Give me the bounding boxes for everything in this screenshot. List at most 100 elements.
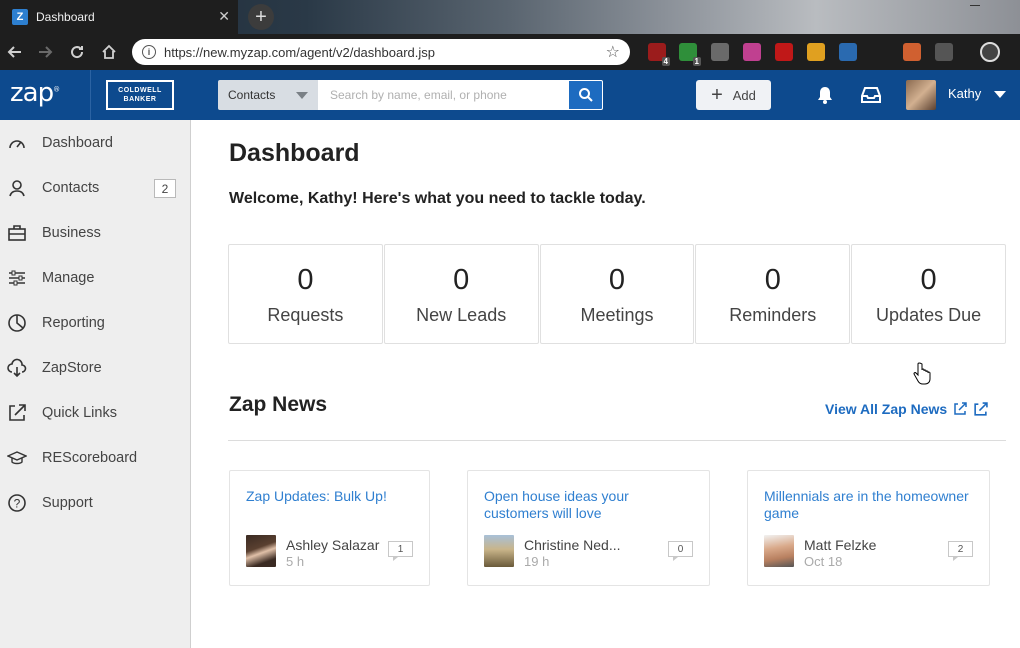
sidebar-item-quick-links[interactable]: Quick Links [0,390,190,435]
sidebar-item-reporting[interactable]: Reporting [0,300,190,345]
gauge-icon [6,132,28,154]
search-scope-label: Contacts [228,88,276,102]
stat-label: Requests [267,305,344,325]
ublock-icon[interactable]: 4 [648,43,670,66]
zap-logo[interactable]: zap® [10,78,60,108]
tab-title: Dashboard [36,10,95,24]
address-bar[interactable]: i https://new.myzap.com/agent/v2/dashboa… [132,39,630,65]
news-card-time: Oct 18 [804,554,843,569]
extension-badge: 4 [661,57,670,66]
sidebar-item-contacts[interactable]: Contacts 2 [0,165,190,210]
browser-tab-strip: Z Dashboard ✕ + [0,0,1020,34]
search-bar: Contacts [218,80,603,110]
w-ext-icon[interactable] [935,43,953,61]
news-card-author: Ashley Salazar [286,537,380,553]
question-icon: ? [6,492,28,514]
news-card-title[interactable]: Zap Updates: Bulk Up! [246,488,417,505]
bell-icon[interactable] [815,85,835,110]
stat-label: New Leads [416,305,507,325]
sidebar-item-support[interactable]: ? Support [0,480,190,525]
stat-updates-due[interactable]: 0 Updates Due [851,244,1006,344]
sidebar-item-manage[interactable]: Manage [0,255,190,300]
bookmark-star-icon[interactable]: ☆ [606,42,620,62]
pie-chart-icon [6,312,28,334]
stat-meetings[interactable]: 0 Meetings [539,244,695,344]
user-avatar[interactable] [906,80,936,110]
sidebar-item-business[interactable]: Business [0,210,190,255]
briefcase-icon [6,222,28,244]
sidebar-item-rescoreboard[interactable]: REScoreboard [0,435,190,480]
user-menu-chevron-icon[interactable] [994,91,1006,98]
reload-icon[interactable] [66,41,88,63]
sidebar-item-label: Business [42,224,101,241]
comment-count-badge: 1 [388,541,413,561]
sidebar-item-dashboard[interactable]: Dashboard [0,120,190,165]
extension-green-icon[interactable]: 1 [679,43,701,66]
site-info-icon[interactable]: i [142,45,156,59]
extension-badge: 1 [692,57,701,66]
contacts-count-badge: 2 [154,179,176,198]
brand-line-2: BANKER [123,96,157,103]
search-input[interactable] [318,80,568,110]
news-card-title[interactable]: Open house ideas your customers will lov… [484,488,697,522]
user-name[interactable]: Kathy [948,86,981,101]
fox-ext-icon[interactable] [903,43,921,61]
zap-favicon-icon: Z [12,9,28,25]
sidebar-item-label: ZapStore [42,359,102,376]
back-arrow-icon[interactable] [4,41,26,63]
news-divider [228,440,1006,441]
search-button[interactable] [568,80,603,110]
stat-new-leads[interactable]: 0 New Leads [383,244,539,344]
sidebar-item-label: Contacts [42,179,100,196]
stat-value: 0 [608,264,626,296]
stat-label: Updates Due [876,305,982,325]
news-card[interactable]: Millennials are in the homeowner game Ma… [747,470,990,586]
news-card[interactable]: Zap Updates: Bulk Up! Ashley Salazar 5 h… [229,470,430,586]
search-icon [578,88,593,102]
news-card-title[interactable]: Millennials are in the homeowner game [764,488,977,522]
author-avatar [484,535,514,567]
view-all-news-link[interactable]: View All Zap News [825,401,988,417]
browser-tab[interactable]: Z Dashboard ✕ [0,0,238,34]
plus-icon: + [711,84,723,106]
sidebar-item-label: Quick Links [42,404,117,421]
stat-label: Reminders [729,305,817,325]
stat-label: Meetings [580,305,654,325]
news-card[interactable]: Open house ideas your customers will lov… [467,470,710,586]
brand-line-1: COLDWELL [118,87,162,94]
page-title: Dashboard [229,139,360,167]
stat-requests[interactable]: 0 Requests [228,244,383,344]
pen-ext-icon[interactable] [775,43,793,61]
stat-reminders[interactable]: 0 Reminders [695,244,851,344]
cloud-download-icon [6,357,28,379]
pinwheel-icon[interactable] [743,43,761,61]
news-card-author: Christine Ned... [524,537,621,553]
gear-ext-icon[interactable] [711,43,729,61]
sidebar-item-label: Manage [42,269,95,286]
external-link-icon [974,401,988,416]
home-icon[interactable] [98,41,120,63]
sliders-icon [6,267,28,289]
add-button[interactable]: + Add [696,80,771,110]
news-card-author: Matt Felzke [804,537,877,553]
news-card-time: 5 h [286,554,305,569]
sidebar-item-label: Dashboard [42,134,113,151]
search-scope-dropdown[interactable]: Contacts [218,80,318,110]
chevron-down-icon [296,92,308,99]
sidebar-item-zapstore[interactable]: ZapStore [0,345,190,390]
compass-ext-icon[interactable] [807,43,825,61]
graduation-cap-icon [6,447,28,469]
comment-count-badge: 0 [668,541,693,561]
external-link-icon [6,402,28,424]
close-tab-icon[interactable]: ✕ [218,8,230,25]
browser-profile-icon[interactable] [980,42,1000,62]
minimize-window-icon[interactable] [970,0,980,6]
svg-text:?: ? [14,496,21,510]
person-icon [6,177,28,199]
screen-ext-icon[interactable] [839,43,857,61]
author-avatar [764,535,794,567]
forward-arrow-icon[interactable] [34,41,56,63]
browser-toolbar: i https://new.myzap.com/agent/v2/dashboa… [0,34,1020,70]
new-tab-button[interactable]: + [248,4,274,30]
inbox-icon[interactable] [860,85,882,110]
